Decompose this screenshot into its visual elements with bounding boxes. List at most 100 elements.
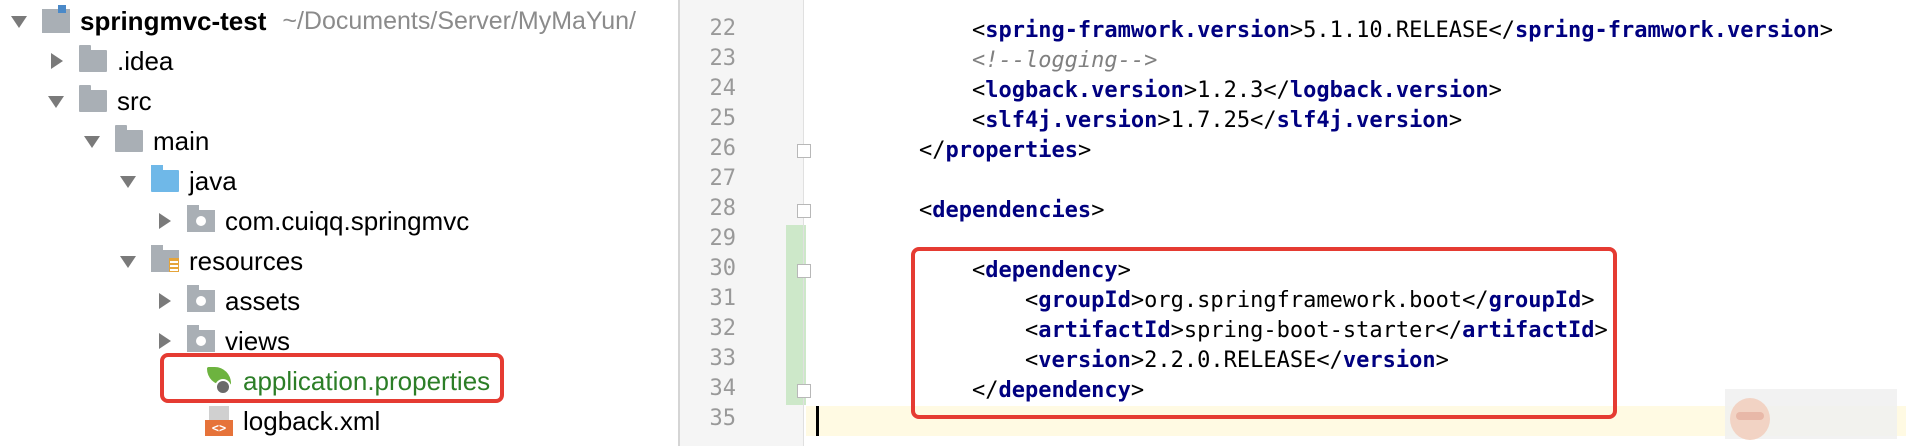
tree-item-main[interactable]: main bbox=[83, 121, 209, 161]
bracket: </ bbox=[1488, 18, 1516, 43]
tree-item-label: logback.xml bbox=[243, 405, 381, 436]
line-number[interactable]: 35 bbox=[680, 406, 737, 431]
tree-item-label: assets bbox=[225, 285, 301, 316]
tree-item-resources[interactable]: resources bbox=[119, 241, 303, 281]
module-icon bbox=[42, 5, 70, 33]
xml-tag-name: slf4j.version bbox=[985, 108, 1158, 133]
package-icon bbox=[187, 285, 215, 312]
xml-tag-name: logback.version bbox=[985, 78, 1184, 103]
fold-marker-icon[interactable] bbox=[797, 144, 811, 158]
bracket: < bbox=[971, 108, 986, 133]
bracket: </ bbox=[1263, 78, 1290, 103]
expand-arrow-icon[interactable] bbox=[10, 12, 28, 30]
tree-item-logback-xml[interactable]: <> logback.xml bbox=[173, 401, 380, 441]
xml-tag-name: properties bbox=[945, 138, 1078, 163]
project-path: ~/Documents/Server/MyMaYun/ bbox=[282, 6, 637, 35]
line-number[interactable]: 27 bbox=[680, 166, 737, 191]
bracket: > bbox=[1819, 18, 1833, 43]
bracket: > bbox=[1289, 18, 1304, 43]
expand-arrow-icon[interactable] bbox=[47, 92, 65, 110]
line-number[interactable]: 33 bbox=[680, 346, 737, 371]
xml-file-icon: <> bbox=[205, 406, 233, 436]
bracket: < bbox=[918, 198, 933, 223]
tree-item-label: com.cuiqq.springmvc bbox=[225, 205, 470, 236]
line-number[interactable]: 32 bbox=[680, 316, 737, 341]
tree-item-label: .idea bbox=[117, 45, 174, 76]
xml-tag-name: logback.version bbox=[1289, 78, 1489, 103]
collapse-arrow-icon[interactable] bbox=[47, 52, 65, 70]
collapse-arrow-icon[interactable] bbox=[155, 332, 173, 350]
fold-marker-icon[interactable] bbox=[797, 264, 811, 278]
tree-item-label: java bbox=[189, 165, 237, 196]
line-number[interactable]: 28 bbox=[680, 196, 737, 221]
source-folder-icon bbox=[151, 165, 179, 192]
package-icon bbox=[187, 205, 215, 232]
expand-arrow-icon[interactable] bbox=[119, 252, 137, 270]
expand-arrow-icon[interactable] bbox=[119, 172, 137, 190]
bracket: > bbox=[1183, 78, 1198, 103]
xml-comment: <!--logging--> bbox=[971, 48, 1158, 73]
folder-icon bbox=[115, 125, 143, 152]
text-caret bbox=[816, 406, 819, 436]
line-number[interactable]: 34 bbox=[680, 376, 737, 401]
tree-item-label: main bbox=[153, 125, 210, 156]
fold-marker-icon[interactable] bbox=[797, 384, 811, 398]
bracket: > bbox=[1448, 108, 1463, 133]
line-number[interactable]: 26 bbox=[680, 136, 737, 161]
code-line[interactable]: <spring-framwork.version>5.1.10.RELEASE<… bbox=[866, 16, 1833, 46]
tree-item-java[interactable]: java bbox=[119, 161, 237, 201]
bracket: > bbox=[1091, 198, 1105, 223]
bracket: </ bbox=[918, 138, 946, 163]
bracket: < bbox=[971, 78, 986, 103]
fold-marker-icon[interactable] bbox=[797, 204, 811, 218]
xml-text-value: 5.1.10.RELEASE bbox=[1303, 18, 1489, 43]
code-line[interactable]: <!--logging--> bbox=[866, 46, 1157, 76]
expand-arrow-icon[interactable] bbox=[83, 132, 101, 150]
xml-tag-name: spring-framwork.version bbox=[985, 18, 1290, 43]
collapse-arrow-icon[interactable] bbox=[155, 292, 173, 310]
line-number[interactable]: 25 bbox=[680, 106, 737, 131]
tree-item-src[interactable]: src bbox=[47, 81, 152, 121]
code-line[interactable]: <slf4j.version>1.7.25</slf4j.version> bbox=[866, 106, 1462, 136]
tree-item-idea[interactable]: .idea bbox=[47, 41, 173, 81]
tree-item-label: src bbox=[117, 85, 152, 116]
highlight-box-application-properties bbox=[160, 353, 504, 403]
line-number[interactable]: 23 bbox=[680, 46, 737, 71]
xml-text-value: 1.2.3 bbox=[1197, 78, 1264, 103]
xml-tag-name: dependencies bbox=[932, 198, 1092, 223]
highlight-box-dependency bbox=[911, 247, 1617, 419]
code-line[interactable]: <dependencies> bbox=[866, 196, 1104, 226]
line-number[interactable]: 30 bbox=[680, 256, 737, 281]
project-name: springmvc-test bbox=[80, 5, 267, 36]
tree-item-label: views bbox=[225, 325, 291, 356]
line-number[interactable]: 31 bbox=[680, 286, 737, 311]
bracket: > bbox=[1077, 138, 1092, 163]
line-number[interactable]: 29 bbox=[680, 226, 737, 251]
project-root-row[interactable]: springmvc-test ~/Documents/Server/MyMaYu… bbox=[10, 1, 636, 41]
resources-folder-icon bbox=[151, 245, 179, 272]
folder-icon bbox=[79, 85, 107, 112]
tree-item-label: resources bbox=[189, 245, 304, 276]
bracket: > bbox=[1157, 108, 1171, 133]
bracket: < bbox=[971, 18, 986, 43]
xml-tag-name: spring-framwork.version bbox=[1515, 18, 1820, 43]
tree-item-package[interactable]: com.cuiqq.springmvc bbox=[155, 201, 469, 241]
line-number[interactable]: 24 bbox=[680, 76, 737, 101]
collapse-arrow-icon[interactable] bbox=[155, 212, 173, 230]
folder-icon bbox=[79, 45, 107, 72]
line-number[interactable]: 22 bbox=[680, 16, 737, 41]
code-line[interactable]: <logback.version>1.2.3</logback.version> bbox=[866, 76, 1502, 106]
bracket: > bbox=[1488, 78, 1502, 103]
tree-item-assets[interactable]: assets bbox=[155, 281, 300, 321]
package-icon bbox=[187, 325, 215, 352]
code-line[interactable]: </properties> bbox=[866, 136, 1091, 166]
bracket: </ bbox=[1250, 108, 1277, 133]
xml-text-value: 1.7.25 bbox=[1170, 108, 1251, 133]
watermark-avatar-icon bbox=[1730, 398, 1770, 440]
